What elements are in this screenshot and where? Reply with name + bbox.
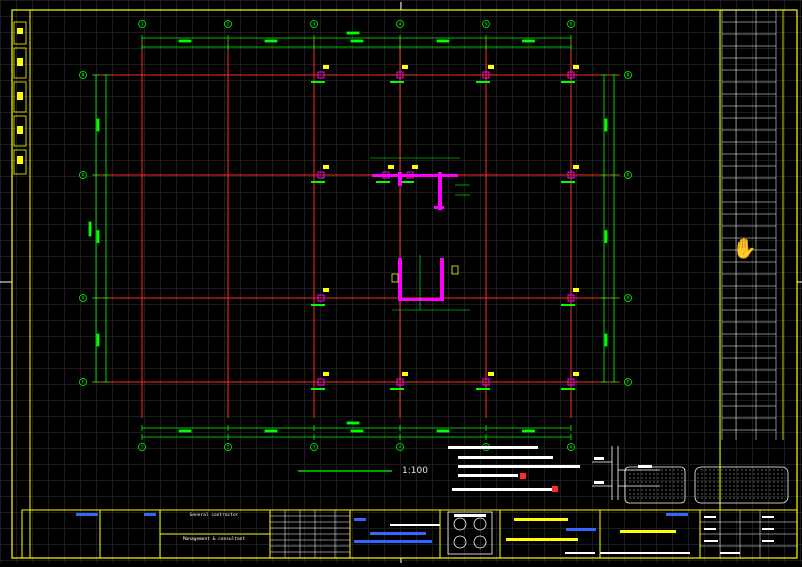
grid-bubble-f: F — [79, 378, 87, 386]
company-logo — [447, 511, 493, 555]
yellow-title-bar — [620, 530, 676, 533]
svg-text:K: K — [82, 173, 85, 179]
svg-text:4: 4 — [399, 22, 402, 28]
project-label: Management & consultant — [183, 536, 246, 542]
grid-bubble-h: H — [79, 294, 87, 302]
title-block-blue-text — [76, 513, 688, 543]
scale-label: 1:100 — [402, 466, 428, 476]
grid-bubble-6: 6 — [567, 20, 575, 28]
grid-bubble-6: 6 — [567, 443, 575, 451]
grid-bubble-3: 3 — [310, 20, 318, 28]
grid-bubble-3: 3 — [310, 443, 318, 451]
hand-pan-icon[interactable]: ✋ — [732, 236, 757, 260]
right-revision-table — [721, 9, 777, 440]
svg-text:3: 3 — [313, 445, 316, 451]
grid-bubble-f: F — [624, 378, 632, 386]
svg-text:H: H — [627, 296, 630, 302]
svg-text:1: 1 — [141, 22, 144, 28]
core-wall-lower — [391, 255, 470, 311]
svg-text:2: 2 — [227, 22, 230, 28]
column-marker — [561, 165, 579, 183]
general-notes — [448, 446, 580, 491]
column-marker — [390, 372, 408, 390]
core-wall-upper — [370, 157, 470, 210]
svg-text:N: N — [82, 73, 85, 79]
svg-text:1: 1 — [141, 445, 144, 451]
grid-bubble-n: N — [624, 71, 632, 79]
column-marker — [561, 65, 579, 83]
left-strip-marks — [17, 28, 23, 164]
svg-text:6: 6 — [570, 445, 573, 451]
yellow-title-bar — [514, 518, 568, 521]
column-marker — [561, 288, 579, 306]
column-marker — [476, 372, 494, 390]
grid-bubble-1: 1 — [138, 443, 146, 451]
svg-text:N: N — [627, 73, 630, 79]
svg-text:K: K — [627, 173, 630, 179]
svg-text:F: F — [627, 380, 630, 386]
yellow-title-bar — [506, 538, 578, 541]
svg-text:4: 4 — [399, 445, 402, 451]
svg-text:F: F — [82, 380, 85, 386]
general-contractor-label: General contractor — [190, 512, 239, 518]
svg-text:2: 2 — [227, 445, 230, 451]
grid-bubble-h: H — [624, 294, 632, 302]
svg-text:H: H — [82, 296, 85, 302]
grid-bubble-n: N — [79, 71, 87, 79]
svg-text:6: 6 — [570, 22, 573, 28]
dimension-lines — [88, 31, 617, 440]
grid-bubble-k: K — [79, 171, 87, 179]
cad-model-space[interactable]: 112233445566NNKKHHFF — [0, 0, 802, 563]
grid-bubble-2: 2 — [224, 443, 232, 451]
grid-bubbles: 112233445566NNKKHHFF — [79, 20, 632, 451]
column-marker — [476, 65, 494, 83]
column-markers — [311, 65, 579, 390]
grid-bubble-5: 5 — [482, 20, 490, 28]
structural-grid — [92, 40, 620, 418]
grid-bubble-1: 1 — [138, 20, 146, 28]
grid-bubble-4: 4 — [396, 20, 404, 28]
grid-bubble-k: K — [624, 171, 632, 179]
column-marker — [390, 65, 408, 83]
svg-text:3: 3 — [313, 22, 316, 28]
grid-bubble-4: 4 — [396, 443, 404, 451]
svg-text:5: 5 — [485, 22, 488, 28]
grid-bubble-2: 2 — [224, 20, 232, 28]
column-marker — [561, 372, 579, 390]
cad-drawing[interactable]: 112233445566NNKKHHFF — [0, 0, 802, 563]
